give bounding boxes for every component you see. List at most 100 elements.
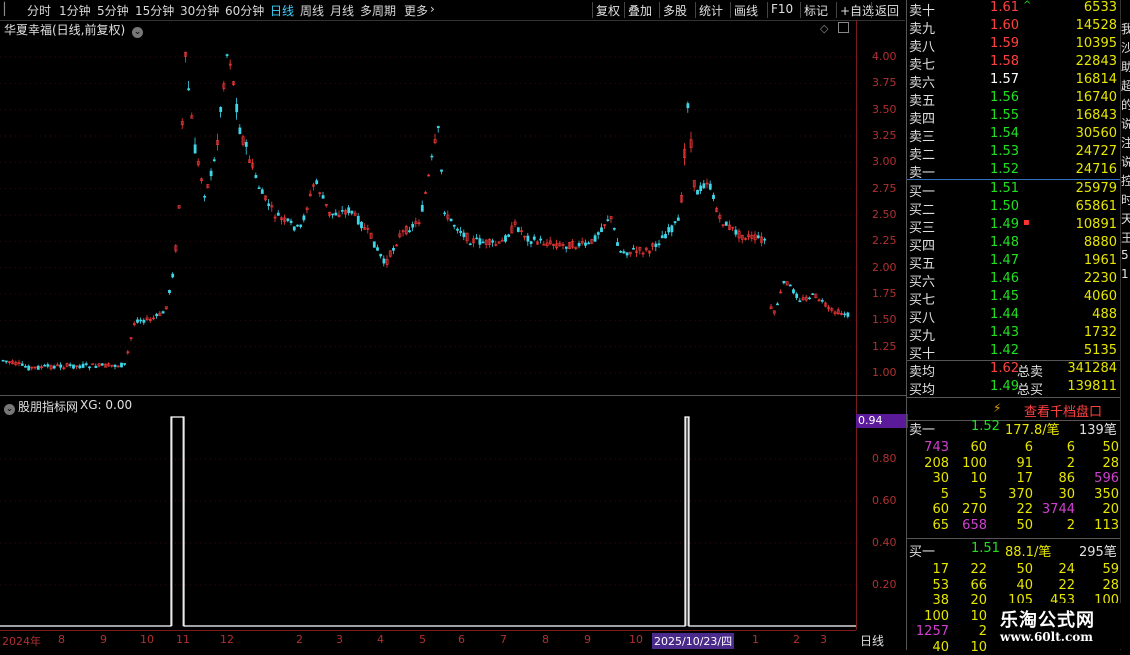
order-book-row[interactable]: 卖七 1.58 22843 bbox=[907, 54, 1121, 73]
order-book-row[interactable]: 买五 1.47 1961 bbox=[907, 253, 1121, 272]
order-book-row[interactable]: 买六 1.46 2230 bbox=[907, 271, 1121, 290]
order-book-row[interactable]: 卖六 1.57 16814 bbox=[907, 72, 1121, 91]
order-book-row[interactable]: 买三 1.49 ▪ 10891 bbox=[907, 217, 1121, 236]
queue-order: 3744 bbox=[1041, 502, 1075, 517]
order-book-row[interactable]: 买八 1.44 488 bbox=[907, 307, 1121, 326]
chevron-right-icon[interactable]: › bbox=[430, 2, 435, 16]
toolbar-button-1[interactable]: 叠加 bbox=[628, 2, 652, 19]
period-4[interactable]: 30分钟 bbox=[180, 2, 219, 19]
order-book-row[interactable]: 卖二 1.53 24727 bbox=[907, 144, 1121, 163]
order-book-row[interactable]: 卖一 1.52 24716 bbox=[907, 162, 1121, 181]
level-volume: 6533 bbox=[1083, 0, 1117, 15]
period-5[interactable]: 60分钟 bbox=[225, 2, 264, 19]
candle-body bbox=[257, 187, 261, 189]
order-book-row[interactable]: 卖均 1.62 总卖 341284 bbox=[907, 361, 1121, 380]
order-book-row[interactable]: 卖八 1.59 10395 bbox=[907, 36, 1121, 55]
candle-body bbox=[46, 364, 50, 367]
order-book-row[interactable]: 买九 1.43 1732 bbox=[907, 325, 1121, 344]
toolbar-button-3[interactable]: 统计 bbox=[699, 2, 723, 19]
level-label: 卖三 bbox=[909, 130, 936, 145]
level-price: 1.56 bbox=[990, 90, 1019, 105]
queue-order: 6 bbox=[1024, 440, 1033, 455]
candle-body bbox=[136, 319, 139, 323]
period-10[interactable]: 更多 bbox=[404, 2, 428, 19]
period-9[interactable]: 多周期 bbox=[360, 2, 396, 19]
queue-order: 10 bbox=[970, 639, 987, 655]
candle-body bbox=[59, 364, 63, 368]
price-tick: 3.25 bbox=[872, 129, 897, 142]
order-book-row[interactable]: 买七 1.45 4060 bbox=[907, 289, 1121, 308]
toolbar-button-4[interactable]: 画线 bbox=[734, 2, 758, 19]
order-book-row[interactable]: 卖五 1.56 16740 bbox=[907, 90, 1121, 109]
queue-order: 53 bbox=[932, 577, 949, 593]
news-char: 说 bbox=[1121, 153, 1130, 170]
level-volume: 24727 bbox=[1075, 144, 1117, 159]
period-3[interactable]: 15分钟 bbox=[135, 2, 174, 19]
toolbar-button-2[interactable]: 多股 bbox=[663, 2, 687, 19]
queue-order: 30 bbox=[1058, 486, 1075, 502]
period-1[interactable]: 1分钟 bbox=[59, 2, 91, 19]
side-news-strip[interactable]: 我沙助超的说注说控时天王 5 1 bbox=[1120, 0, 1130, 650]
level-volume: 10395 bbox=[1075, 36, 1117, 51]
level-label: 买六 bbox=[909, 275, 936, 290]
qiandang-button[interactable]: ⚡ 查看千档盘口 bbox=[907, 397, 1121, 421]
toolbar-button-8[interactable]: 返回 bbox=[875, 2, 899, 19]
order-book-row[interactable]: 卖九 1.60 14528 bbox=[907, 18, 1121, 37]
period-8[interactable]: 月线 bbox=[330, 2, 354, 19]
candle-body bbox=[475, 237, 479, 240]
indicator-tick: 0.40 bbox=[872, 536, 897, 549]
toolbar-button-5[interactable]: F10 bbox=[771, 2, 793, 16]
order-book-row[interactable]: 买均 1.49 总买 139811 bbox=[907, 379, 1121, 398]
period-0[interactable]: 分时 bbox=[27, 2, 51, 19]
period-2[interactable]: 5分钟 bbox=[97, 2, 129, 19]
candle-body bbox=[449, 218, 453, 222]
candlestick-chart[interactable] bbox=[0, 20, 856, 395]
order-book-row[interactable]: 买二 1.50 65861 bbox=[907, 199, 1121, 218]
level-label: 卖四 bbox=[909, 112, 936, 127]
level-price: 1.58 bbox=[990, 54, 1019, 69]
candle-body bbox=[94, 365, 98, 368]
news-char: 助 bbox=[1121, 58, 1130, 75]
axis-divider bbox=[856, 20, 857, 630]
candle-body bbox=[24, 365, 27, 368]
queue-order: 658 bbox=[962, 517, 987, 533]
candle-body bbox=[459, 230, 463, 233]
watermark-url: www.60lt.com bbox=[1000, 630, 1093, 644]
order-book-row[interactable]: 卖十 1.61 ^ 6533 bbox=[907, 0, 1121, 19]
candle-body bbox=[100, 363, 104, 366]
queue-order: 59 bbox=[1102, 562, 1119, 577]
period-6[interactable]: 日线 bbox=[270, 2, 294, 19]
candle-body bbox=[120, 362, 123, 368]
queue-order: 20 bbox=[970, 593, 987, 608]
price-tick: 2.50 bbox=[872, 208, 897, 221]
candle-body bbox=[539, 238, 543, 241]
candle-body bbox=[212, 159, 216, 162]
candle-body bbox=[356, 215, 360, 225]
candle-body bbox=[289, 220, 293, 223]
candle-body bbox=[724, 221, 728, 226]
toolbar-button-0[interactable]: 复权 bbox=[596, 2, 620, 19]
indicator-tick: 0.20 bbox=[872, 578, 897, 591]
collapse-icon[interactable]: ▏ bbox=[4, 2, 13, 16]
period-tab[interactable]: 日线 bbox=[860, 632, 884, 649]
level-label: 卖二 bbox=[909, 148, 936, 163]
indicator-chart[interactable] bbox=[0, 396, 856, 630]
toolbar-separator bbox=[592, 2, 593, 18]
order-book-row[interactable]: 买一 1.51 25979 bbox=[907, 181, 1121, 200]
level-price: 1.53 bbox=[990, 144, 1019, 159]
order-book-row[interactable]: 卖四 1.55 16843 bbox=[907, 108, 1121, 127]
price-tick: 3.00 bbox=[872, 155, 897, 169]
order-book-row[interactable]: 卖三 1.54 30560 bbox=[907, 126, 1121, 145]
order-book-row[interactable]: 买十 1.42 5135 bbox=[907, 343, 1121, 362]
period-7[interactable]: 周线 bbox=[300, 2, 324, 19]
level-label: 买一 bbox=[909, 185, 936, 200]
news-char: 天 bbox=[1121, 210, 1130, 227]
toolbar-button-6[interactable]: 标记 bbox=[804, 2, 828, 19]
toolbar-button-7[interactable]: +自选 bbox=[840, 2, 874, 19]
date-tick: 2024年 bbox=[2, 635, 41, 648]
candle-body bbox=[315, 180, 319, 185]
level-volume: 16843 bbox=[1075, 108, 1117, 123]
candle-body bbox=[340, 210, 344, 212]
order-book-row[interactable]: 买四 1.48 8880 bbox=[907, 235, 1121, 254]
candle-body bbox=[811, 293, 815, 295]
